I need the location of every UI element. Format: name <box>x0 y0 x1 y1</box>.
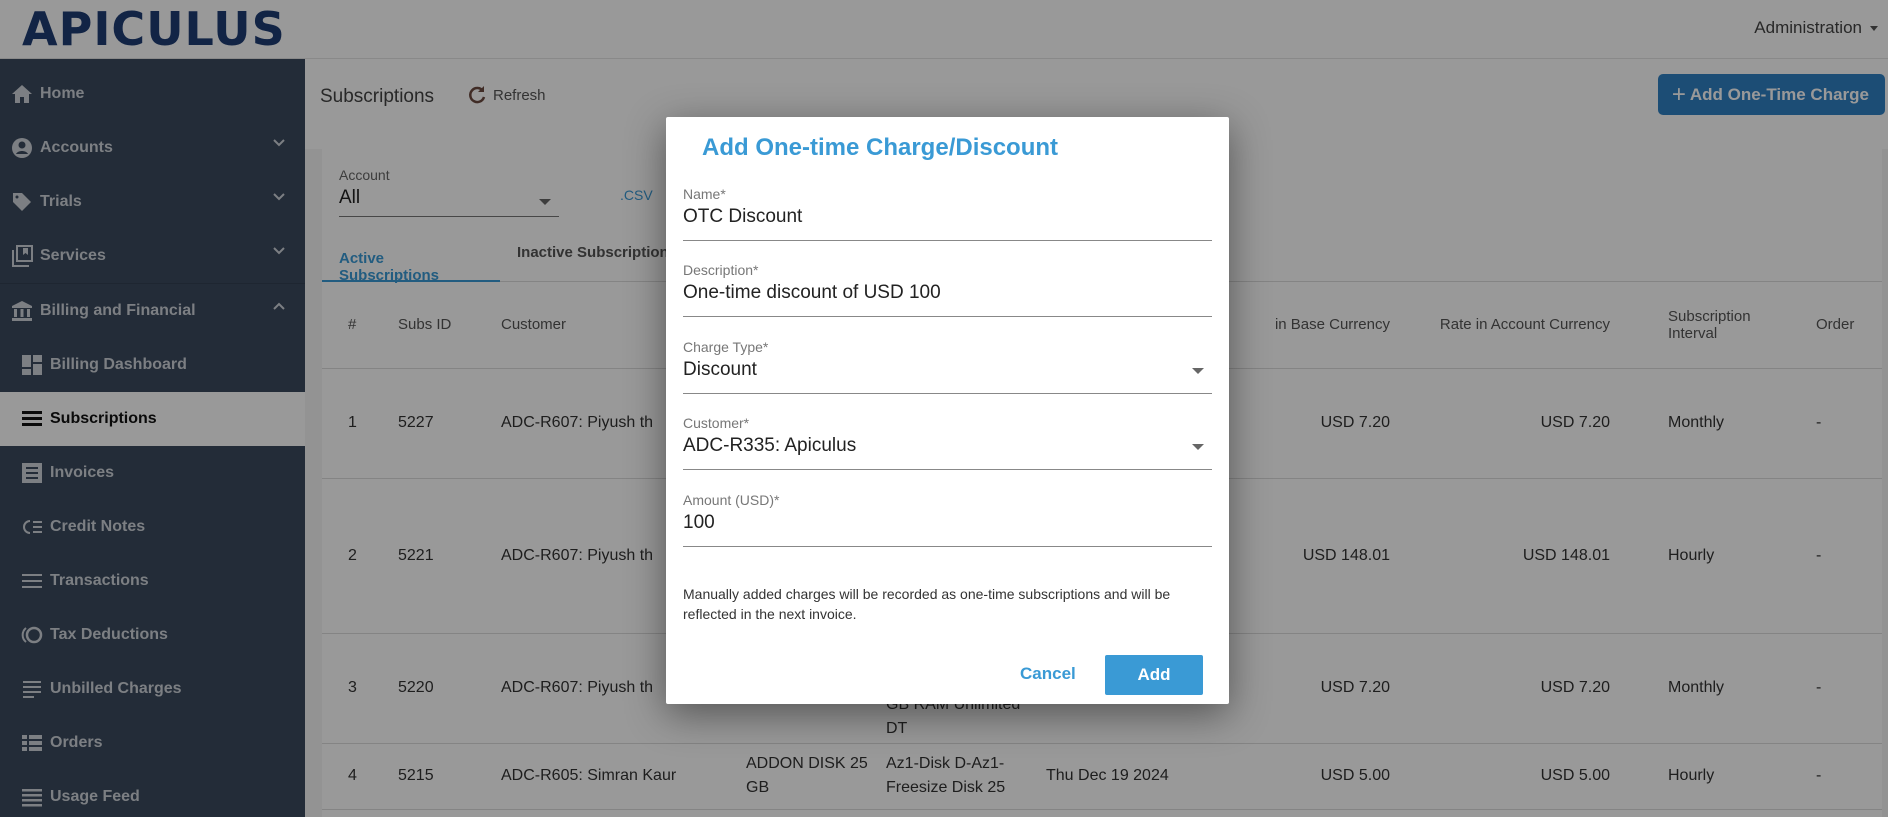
add-one-time-charge-dialog: Add One-time Charge/Discount Name* OTC D… <box>666 117 1229 704</box>
amount-field[interactable]: Amount (USD)* 100 <box>683 492 1212 547</box>
dropdown-arrow-icon <box>1192 368 1204 374</box>
charge-type-label: Charge Type* <box>683 339 769 355</box>
amount-input[interactable]: 100 <box>683 512 715 534</box>
customer-select[interactable]: Customer* ADC-R335: Apiculus <box>683 415 1212 470</box>
app: APICULUS Administration Home Accounts Tr… <box>0 0 1888 817</box>
add-button[interactable]: Add <box>1105 655 1203 695</box>
dialog-note: Manually added charges will be recorded … <box>683 586 1171 622</box>
name-label: Name* <box>683 186 726 202</box>
description-label: Description* <box>683 262 759 278</box>
charge-type-select[interactable]: Charge Type* Discount <box>683 339 1212 394</box>
description-input[interactable]: One-time discount of USD 100 <box>683 282 941 304</box>
charge-type-value: Discount <box>683 359 757 380</box>
customer-value: ADC-R335: Apiculus <box>683 435 857 456</box>
amount-label: Amount (USD)* <box>683 492 780 508</box>
name-input[interactable]: OTC Discount <box>683 206 802 228</box>
description-field[interactable]: Description* One-time discount of USD 10… <box>683 262 1212 317</box>
name-field[interactable]: Name* OTC Discount <box>683 186 1212 241</box>
cancel-button[interactable]: Cancel <box>1020 664 1076 684</box>
dropdown-arrow-icon <box>1192 444 1204 450</box>
customer-label: Customer* <box>683 415 750 431</box>
dialog-title: Add One-time Charge/Discount <box>702 134 1059 161</box>
